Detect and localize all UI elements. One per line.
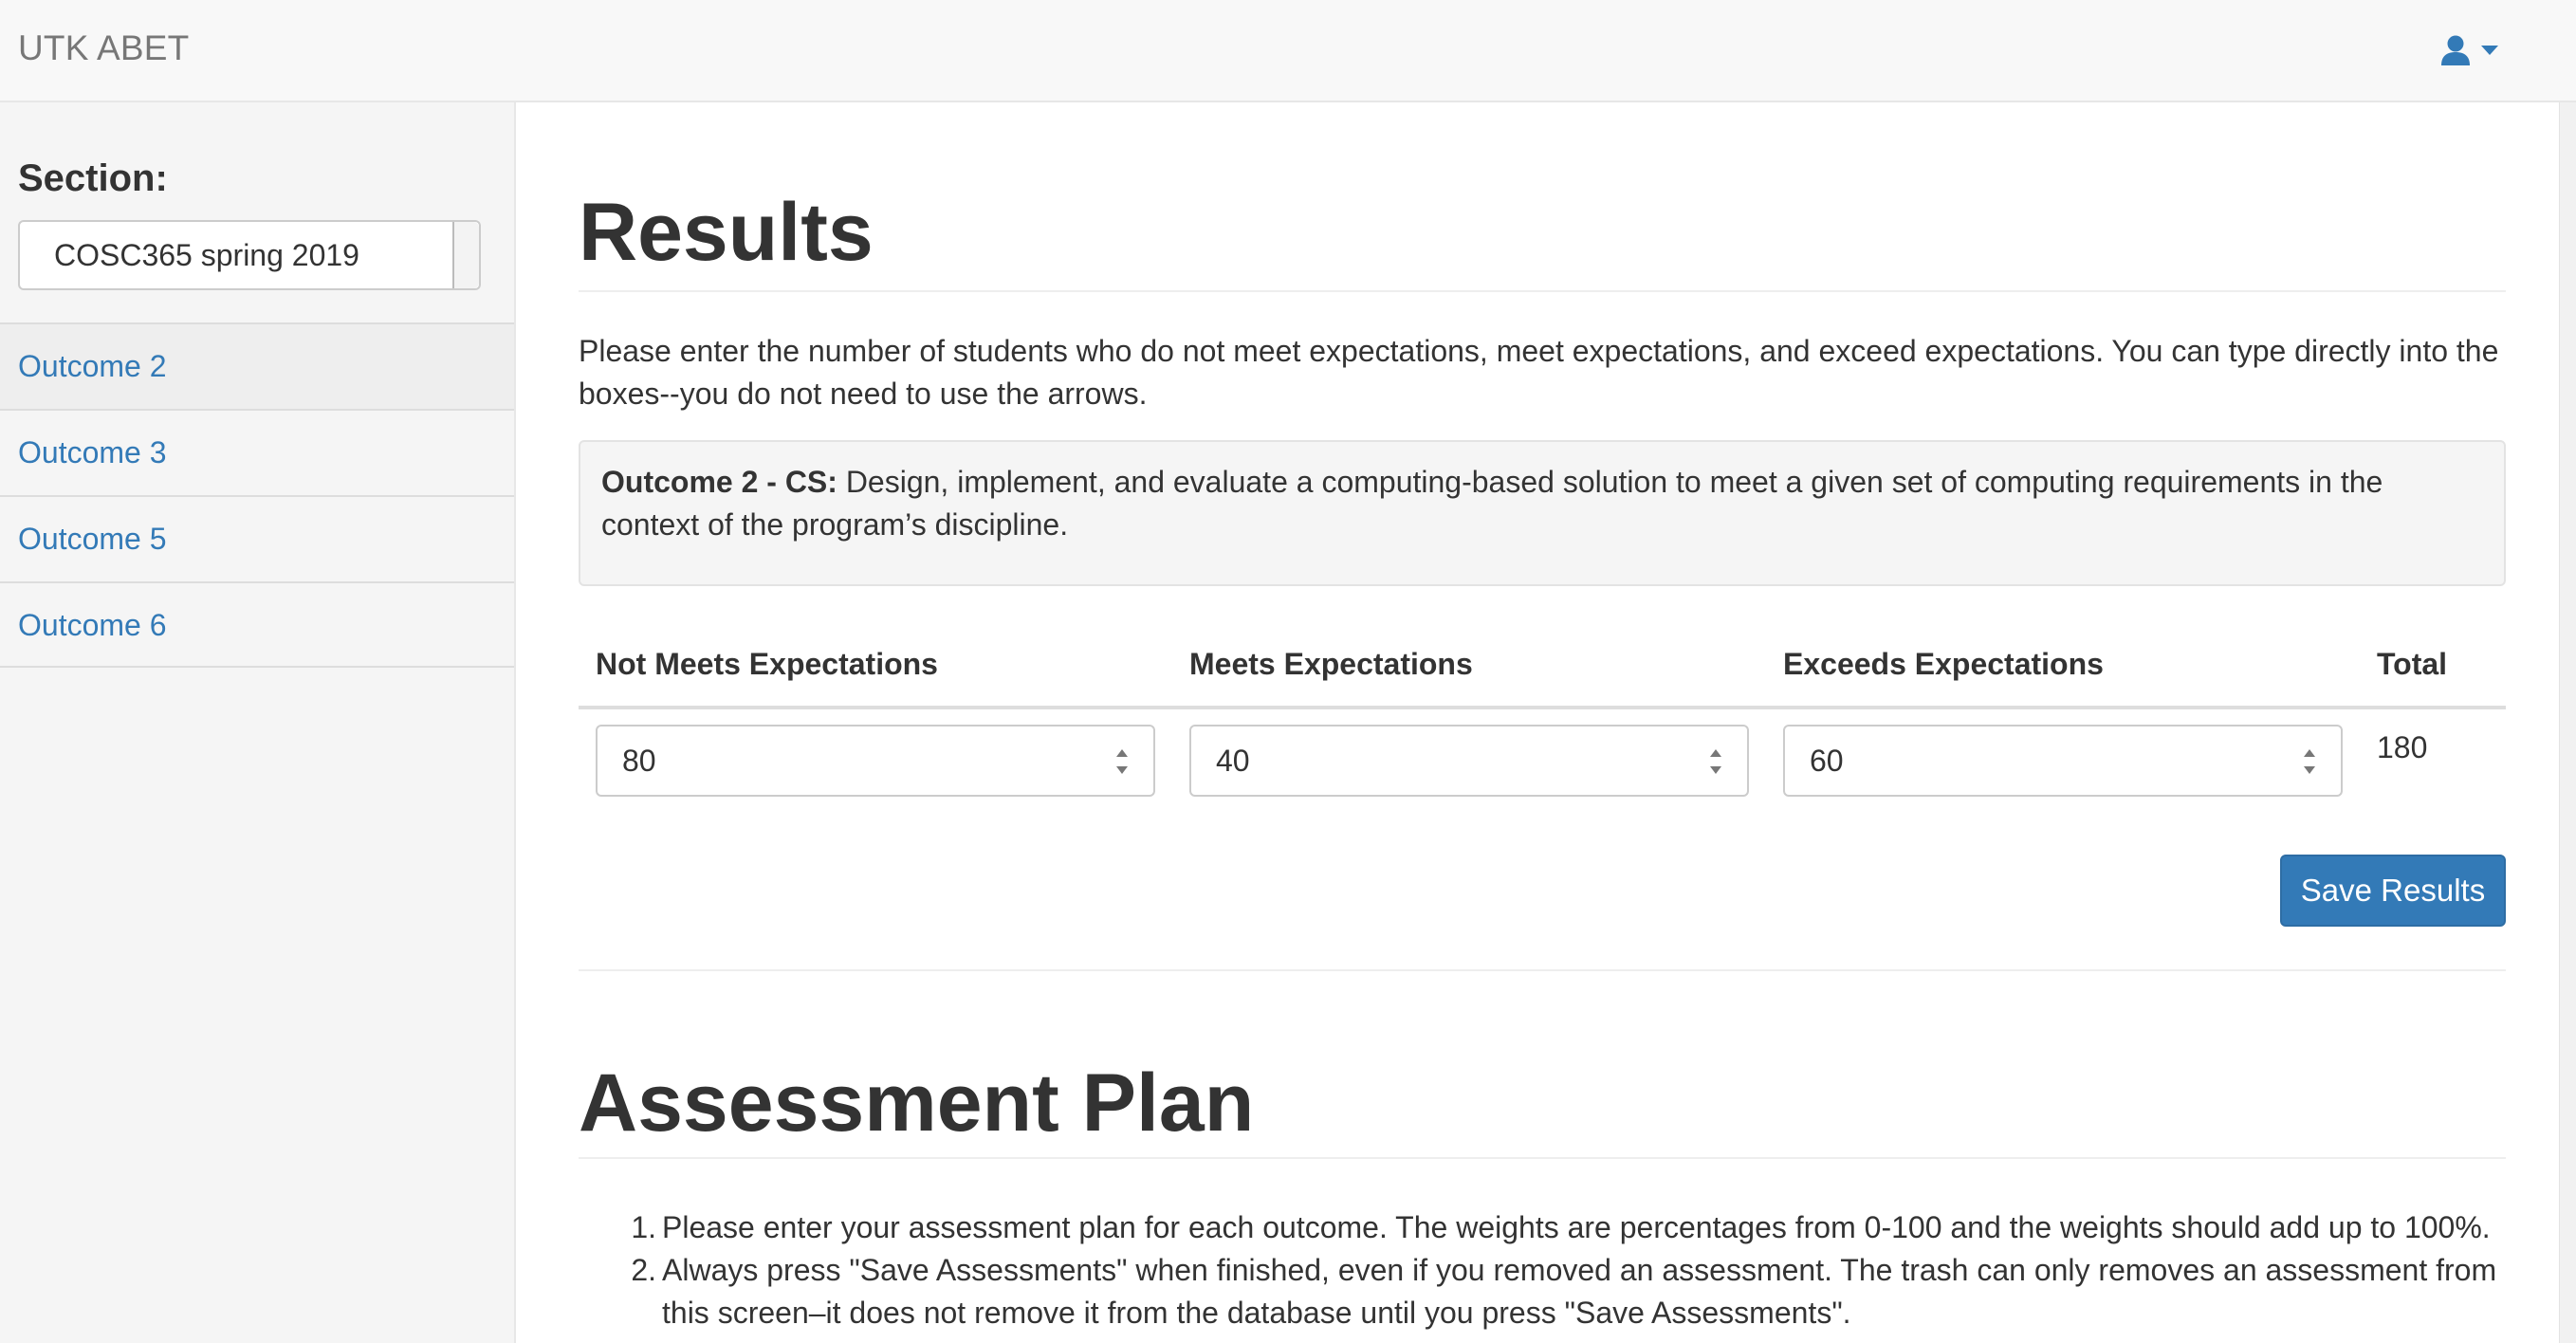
exceeds-input[interactable]: 60 <box>1783 725 2343 797</box>
sidebar: Section: COSC365 spring 2019 Outcome 2 O… <box>0 102 516 1343</box>
user-menu-button[interactable] <box>2439 31 2508 69</box>
sidebar-item-outcome-5[interactable]: Outcome 5 <box>0 495 514 581</box>
main-content: Results Please enter the number of stude… <box>516 102 2559 1343</box>
table-header-divider <box>579 706 2506 709</box>
assessment-title-divider <box>579 1157 2506 1159</box>
header-meets: Meets Expectations <box>1189 647 1473 681</box>
assessment-instructions-list: 1. Please enter your assessment plan for … <box>620 1206 2508 1334</box>
list-item: 2. Always press "Save Assessments" when f… <box>631 1253 2497 1330</box>
results-instructions: Please enter the number of students who … <box>579 334 2499 411</box>
not-meets-input[interactable]: 80 <box>596 725 1155 797</box>
header-not-meets: Not Meets Expectations <box>596 647 938 681</box>
save-results-button[interactable]: Save Results <box>2280 855 2506 927</box>
assessment-plan-title: Assessment Plan <box>579 1058 1255 1149</box>
results-title: Results <box>579 187 874 278</box>
spinner-arrows-icon[interactable] <box>1709 749 1722 774</box>
meets-value: 40 <box>1216 744 1250 778</box>
outcome-description: Outcome 2 - CS: Design, implement, and e… <box>579 440 2506 586</box>
outcome-heading: Outcome 2 - CS: <box>601 465 837 499</box>
not-meets-value: 80 <box>622 744 656 778</box>
list-item: 1. Please enter your assessment plan for … <box>631 1210 2491 1244</box>
spinner-arrows-icon[interactable] <box>1115 749 1129 774</box>
header-exceeds: Exceeds Expectations <box>1783 647 2104 681</box>
select-toggle[interactable] <box>452 222 479 288</box>
section-divider <box>579 969 2506 971</box>
vertical-scrollbar[interactable] <box>2559 102 2576 1343</box>
total-value: 180 <box>2377 730 2428 764</box>
caret-down-icon <box>2481 46 2498 55</box>
section-select[interactable]: COSC365 spring 2019 <box>18 220 481 290</box>
outcome-list: Outcome 2 Outcome 3 Outcome 5 Outcome 6 <box>0 322 514 668</box>
meets-input[interactable]: 40 <box>1189 725 1749 797</box>
results-title-divider <box>579 290 2506 292</box>
section-select-value: COSC365 spring 2019 <box>54 238 359 272</box>
sidebar-item-outcome-3[interactable]: Outcome 3 <box>0 409 514 495</box>
outcome-text: Design, implement, and evaluate a comput… <box>601 465 2383 542</box>
user-icon <box>2441 35 2470 65</box>
exceeds-value: 60 <box>1810 744 1844 778</box>
section-label: Section: <box>18 157 168 199</box>
header-total: Total <box>2377 647 2448 681</box>
sidebar-item-outcome-6[interactable]: Outcome 6 <box>0 581 514 668</box>
spinner-arrows-icon[interactable] <box>2303 749 2316 774</box>
sidebar-item-outcome-2[interactable]: Outcome 2 <box>0 322 514 409</box>
brand-title[interactable]: UTK ABET <box>18 28 189 68</box>
top-navbar: UTK ABET <box>0 0 2576 102</box>
